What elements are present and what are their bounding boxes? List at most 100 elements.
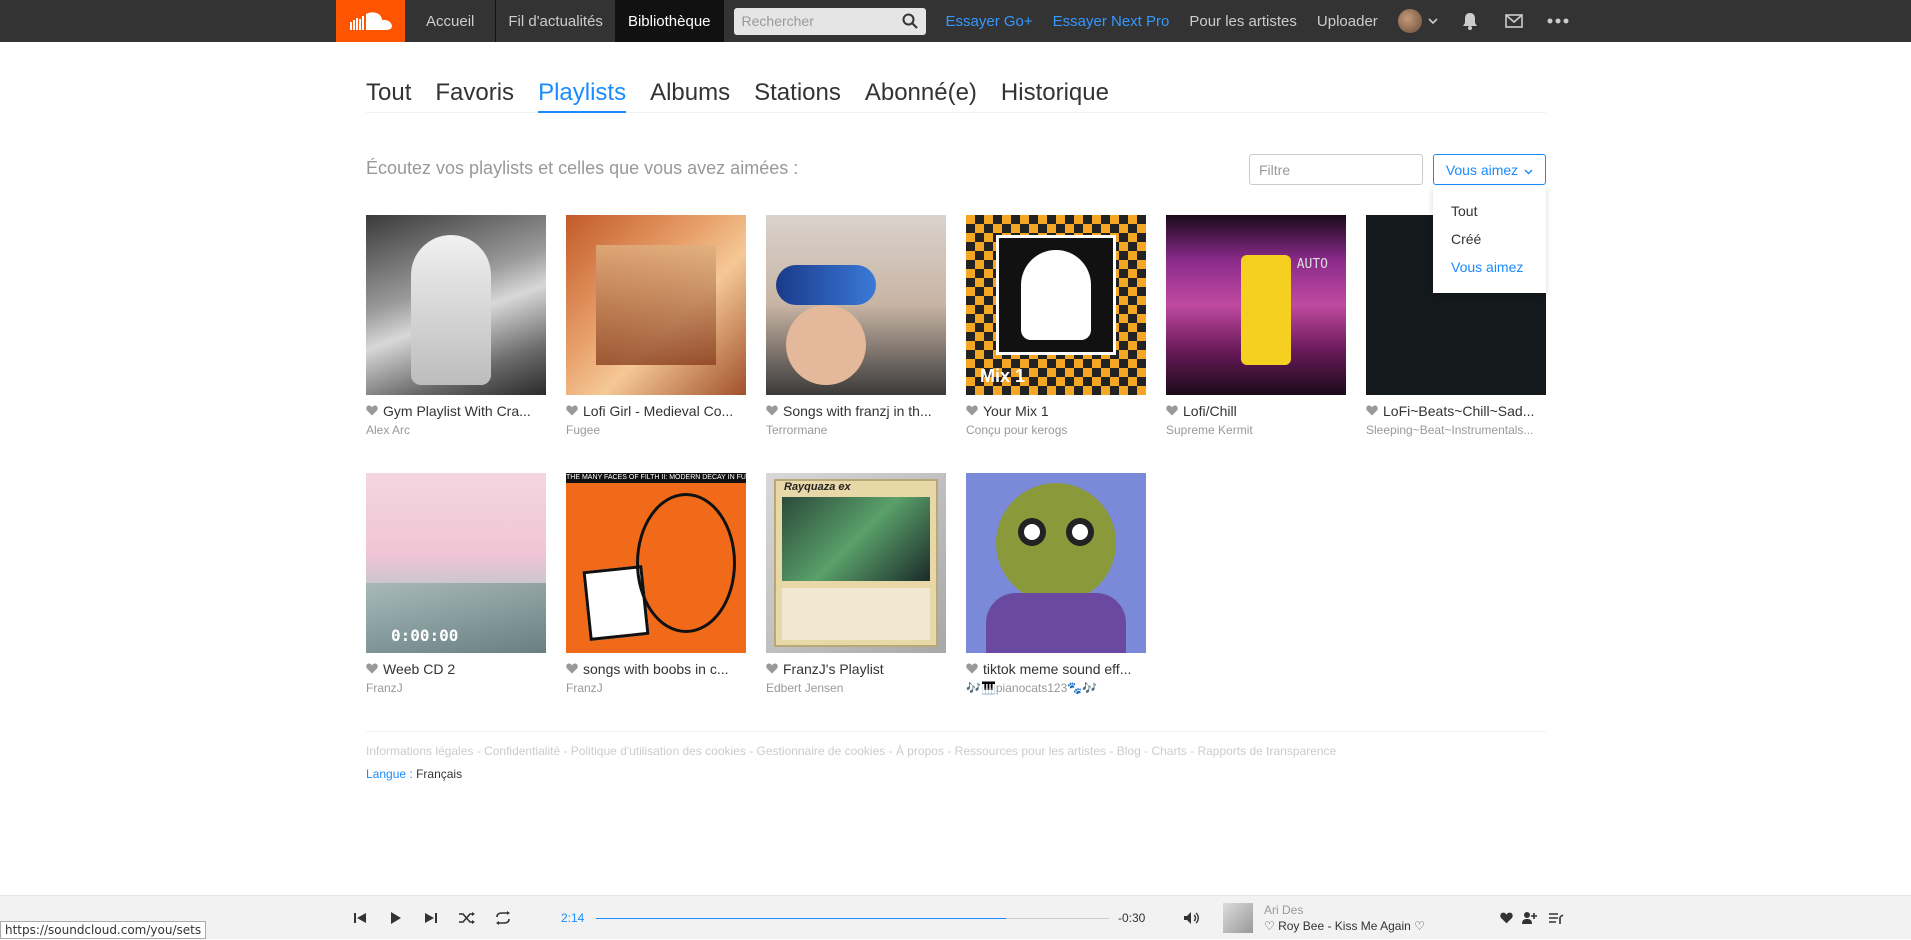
previous-track-icon[interactable] bbox=[350, 896, 370, 940]
playlist-cover[interactable] bbox=[566, 215, 746, 395]
try-next-pro-link[interactable]: Essayer Next Pro bbox=[1043, 13, 1180, 30]
playlist-card: tiktok meme sound eff... 🎶🎹pianocats123🐾… bbox=[966, 473, 1146, 711]
footer-link-blog[interactable]: Blog bbox=[1117, 744, 1141, 758]
remaining-time: -0:30 bbox=[1118, 911, 1146, 925]
playlist-cover[interactable]: THE MANY FACES OF FILTH II: MODERN DECAY… bbox=[566, 473, 746, 653]
chevron-down-icon bbox=[1524, 162, 1533, 178]
heart-icon bbox=[766, 661, 778, 677]
now-playing-track[interactable]: ♡ Roy Bee - Kiss Me Again ♡ bbox=[1264, 919, 1425, 933]
soundcloud-logo-icon[interactable] bbox=[336, 0, 405, 42]
like-heart-icon[interactable] bbox=[1498, 896, 1514, 940]
next-track-icon[interactable] bbox=[421, 896, 441, 940]
footer-link-cookie-policy[interactable]: Politique d'utilisation des cookies bbox=[571, 744, 746, 758]
playlist-author[interactable]: FranzJ bbox=[566, 681, 746, 695]
progress-bar[interactable] bbox=[596, 918, 1109, 919]
library-tabs: Tout Favoris Playlists Albums Stations A… bbox=[366, 73, 1546, 113]
footer-link-about[interactable]: À propos bbox=[896, 744, 944, 758]
dropdown-option-all[interactable]: Tout bbox=[1433, 198, 1546, 226]
playlist-title[interactable]: tiktok meme sound eff... bbox=[983, 661, 1131, 677]
playlist-cover[interactable]: 0:00:00 bbox=[366, 473, 546, 653]
search-box[interactable] bbox=[733, 7, 926, 35]
footer-link-legal[interactable]: Informations légales bbox=[366, 744, 473, 758]
for-artists-link[interactable]: Pour les artistes bbox=[1179, 13, 1307, 30]
playlist-title[interactable]: FranzJ's Playlist bbox=[783, 661, 884, 677]
nav-home[interactable]: Accueil bbox=[405, 0, 497, 42]
playlist-cover[interactable]: Mix 1 bbox=[966, 215, 1146, 395]
chevron-down-icon bbox=[1428, 12, 1438, 30]
playlist-author[interactable]: Supreme Kermit bbox=[1166, 423, 1346, 437]
play-icon[interactable] bbox=[386, 896, 406, 940]
try-go-plus-link[interactable]: Essayer Go+ bbox=[936, 13, 1043, 30]
playlist-cover[interactable]: AUTO bbox=[1166, 215, 1346, 395]
nav-feed[interactable]: Fil d'actualités bbox=[496, 0, 616, 42]
playlist-author[interactable]: FranzJ bbox=[366, 681, 546, 695]
queue-list-icon[interactable] bbox=[1545, 896, 1567, 940]
footer-link-transparency[interactable]: Rapports de transparence bbox=[1197, 744, 1336, 758]
playlist-author[interactable]: Sleeping~Beat~Instrumentals... bbox=[1366, 423, 1546, 437]
playlist-title[interactable]: Lofi/Chill bbox=[1183, 403, 1237, 419]
dropdown-menu: Tout Créé Vous aimez bbox=[1433, 186, 1546, 293]
playlist-author[interactable]: Fugee bbox=[566, 423, 746, 437]
avatar[interactable] bbox=[1397, 9, 1422, 33]
footer-link-cookie-manager[interactable]: Gestionnaire de cookies bbox=[757, 744, 886, 758]
progress-fill bbox=[596, 918, 1007, 919]
footer-link-privacy[interactable]: Confidentialité bbox=[484, 744, 560, 758]
tab-history[interactable]: Historique bbox=[1001, 73, 1109, 113]
dropdown-option-liked[interactable]: Vous aimez bbox=[1433, 254, 1546, 282]
notifications-bell-icon[interactable] bbox=[1448, 0, 1492, 42]
cover-mix-label: Mix 1 bbox=[980, 366, 1026, 386]
tab-following[interactable]: Abonné(e) bbox=[865, 73, 977, 113]
playlist-cover[interactable] bbox=[966, 473, 1146, 653]
playlist-title[interactable]: songs with boobs in c... bbox=[583, 661, 729, 677]
tab-likes[interactable]: Favoris bbox=[435, 73, 514, 113]
playlist-title[interactable]: Weeb CD 2 bbox=[383, 661, 455, 677]
now-playing-artist[interactable]: Ari Des bbox=[1264, 903, 1303, 917]
search-input[interactable] bbox=[741, 13, 892, 29]
now-playing-artwork[interactable] bbox=[1223, 903, 1253, 933]
footer-link-artist-resources[interactable]: Ressources pour les artistes bbox=[955, 744, 1106, 758]
playlist-cover[interactable] bbox=[766, 215, 946, 395]
cover-auto-label: AUTO bbox=[1296, 257, 1328, 272]
status-bar-url: https://soundcloud.com/you/sets bbox=[0, 921, 207, 939]
language-label[interactable]: Langue : bbox=[366, 767, 413, 781]
playlist-author[interactable]: Conçu pour kerogs bbox=[966, 423, 1146, 437]
tab-stations[interactable]: Stations bbox=[754, 73, 841, 113]
playlist-cover[interactable] bbox=[366, 215, 546, 395]
playlist-title[interactable]: Songs with franzj in th... bbox=[783, 403, 932, 419]
volume-icon[interactable] bbox=[1181, 896, 1203, 940]
playlist-author[interactable]: Alex Arc bbox=[366, 423, 546, 437]
playlist-card: THE MANY FACES OF FILTH II: MODERN DECAY… bbox=[566, 473, 746, 711]
tab-playlists[interactable]: Playlists bbox=[538, 73, 627, 113]
playlist-author[interactable]: Edbert Jensen bbox=[766, 681, 946, 695]
cover-caption: THE MANY FACES OF FILTH II: MODERN DECAY… bbox=[566, 473, 746, 483]
playlist-grid: Gym Playlist With Cra... Alex Arc Lofi G… bbox=[366, 215, 1546, 711]
follow-user-icon[interactable] bbox=[1520, 896, 1538, 940]
dropdown-selected-label: Vous aimez bbox=[1445, 161, 1519, 178]
user-menu[interactable] bbox=[1388, 9, 1448, 33]
shuffle-icon[interactable] bbox=[456, 896, 478, 940]
playlist-title[interactable]: Lofi Girl - Medieval Co... bbox=[583, 403, 733, 419]
heart-icon bbox=[566, 403, 578, 419]
playlist-cover[interactable]: Rayquaza ex bbox=[766, 473, 946, 653]
cover-timer-label: 0:00:00 bbox=[391, 626, 459, 645]
more-options-icon[interactable] bbox=[1536, 0, 1580, 42]
repeat-icon[interactable] bbox=[492, 896, 514, 940]
playlist-title[interactable]: Your Mix 1 bbox=[983, 403, 1049, 419]
heart-icon bbox=[366, 661, 378, 677]
playlist-title[interactable]: LoFi~Beats~Chill~Sad... bbox=[1383, 403, 1534, 419]
playlist-author[interactable]: Terrormane bbox=[766, 423, 946, 437]
playlist-title[interactable]: Gym Playlist With Cra... bbox=[383, 403, 531, 419]
upload-link[interactable]: Uploader bbox=[1307, 13, 1388, 30]
tab-albums[interactable]: Albums bbox=[650, 73, 730, 113]
search-icon[interactable] bbox=[902, 13, 918, 34]
dropdown-option-created[interactable]: Créé bbox=[1433, 226, 1546, 254]
nav-library[interactable]: Bibliothèque bbox=[615, 0, 724, 42]
messages-envelope-icon[interactable] bbox=[1492, 0, 1536, 42]
playlist-author[interactable]: 🎶🎹pianocats123🐾🎶 bbox=[966, 681, 1146, 695]
language-value[interactable]: Français bbox=[416, 767, 462, 781]
heart-icon bbox=[966, 661, 978, 677]
footer-link-charts[interactable]: Charts bbox=[1151, 744, 1186, 758]
filter-input[interactable] bbox=[1249, 154, 1423, 185]
tab-all[interactable]: Tout bbox=[366, 73, 411, 113]
playlist-type-dropdown[interactable]: Vous aimez bbox=[1433, 154, 1546, 185]
